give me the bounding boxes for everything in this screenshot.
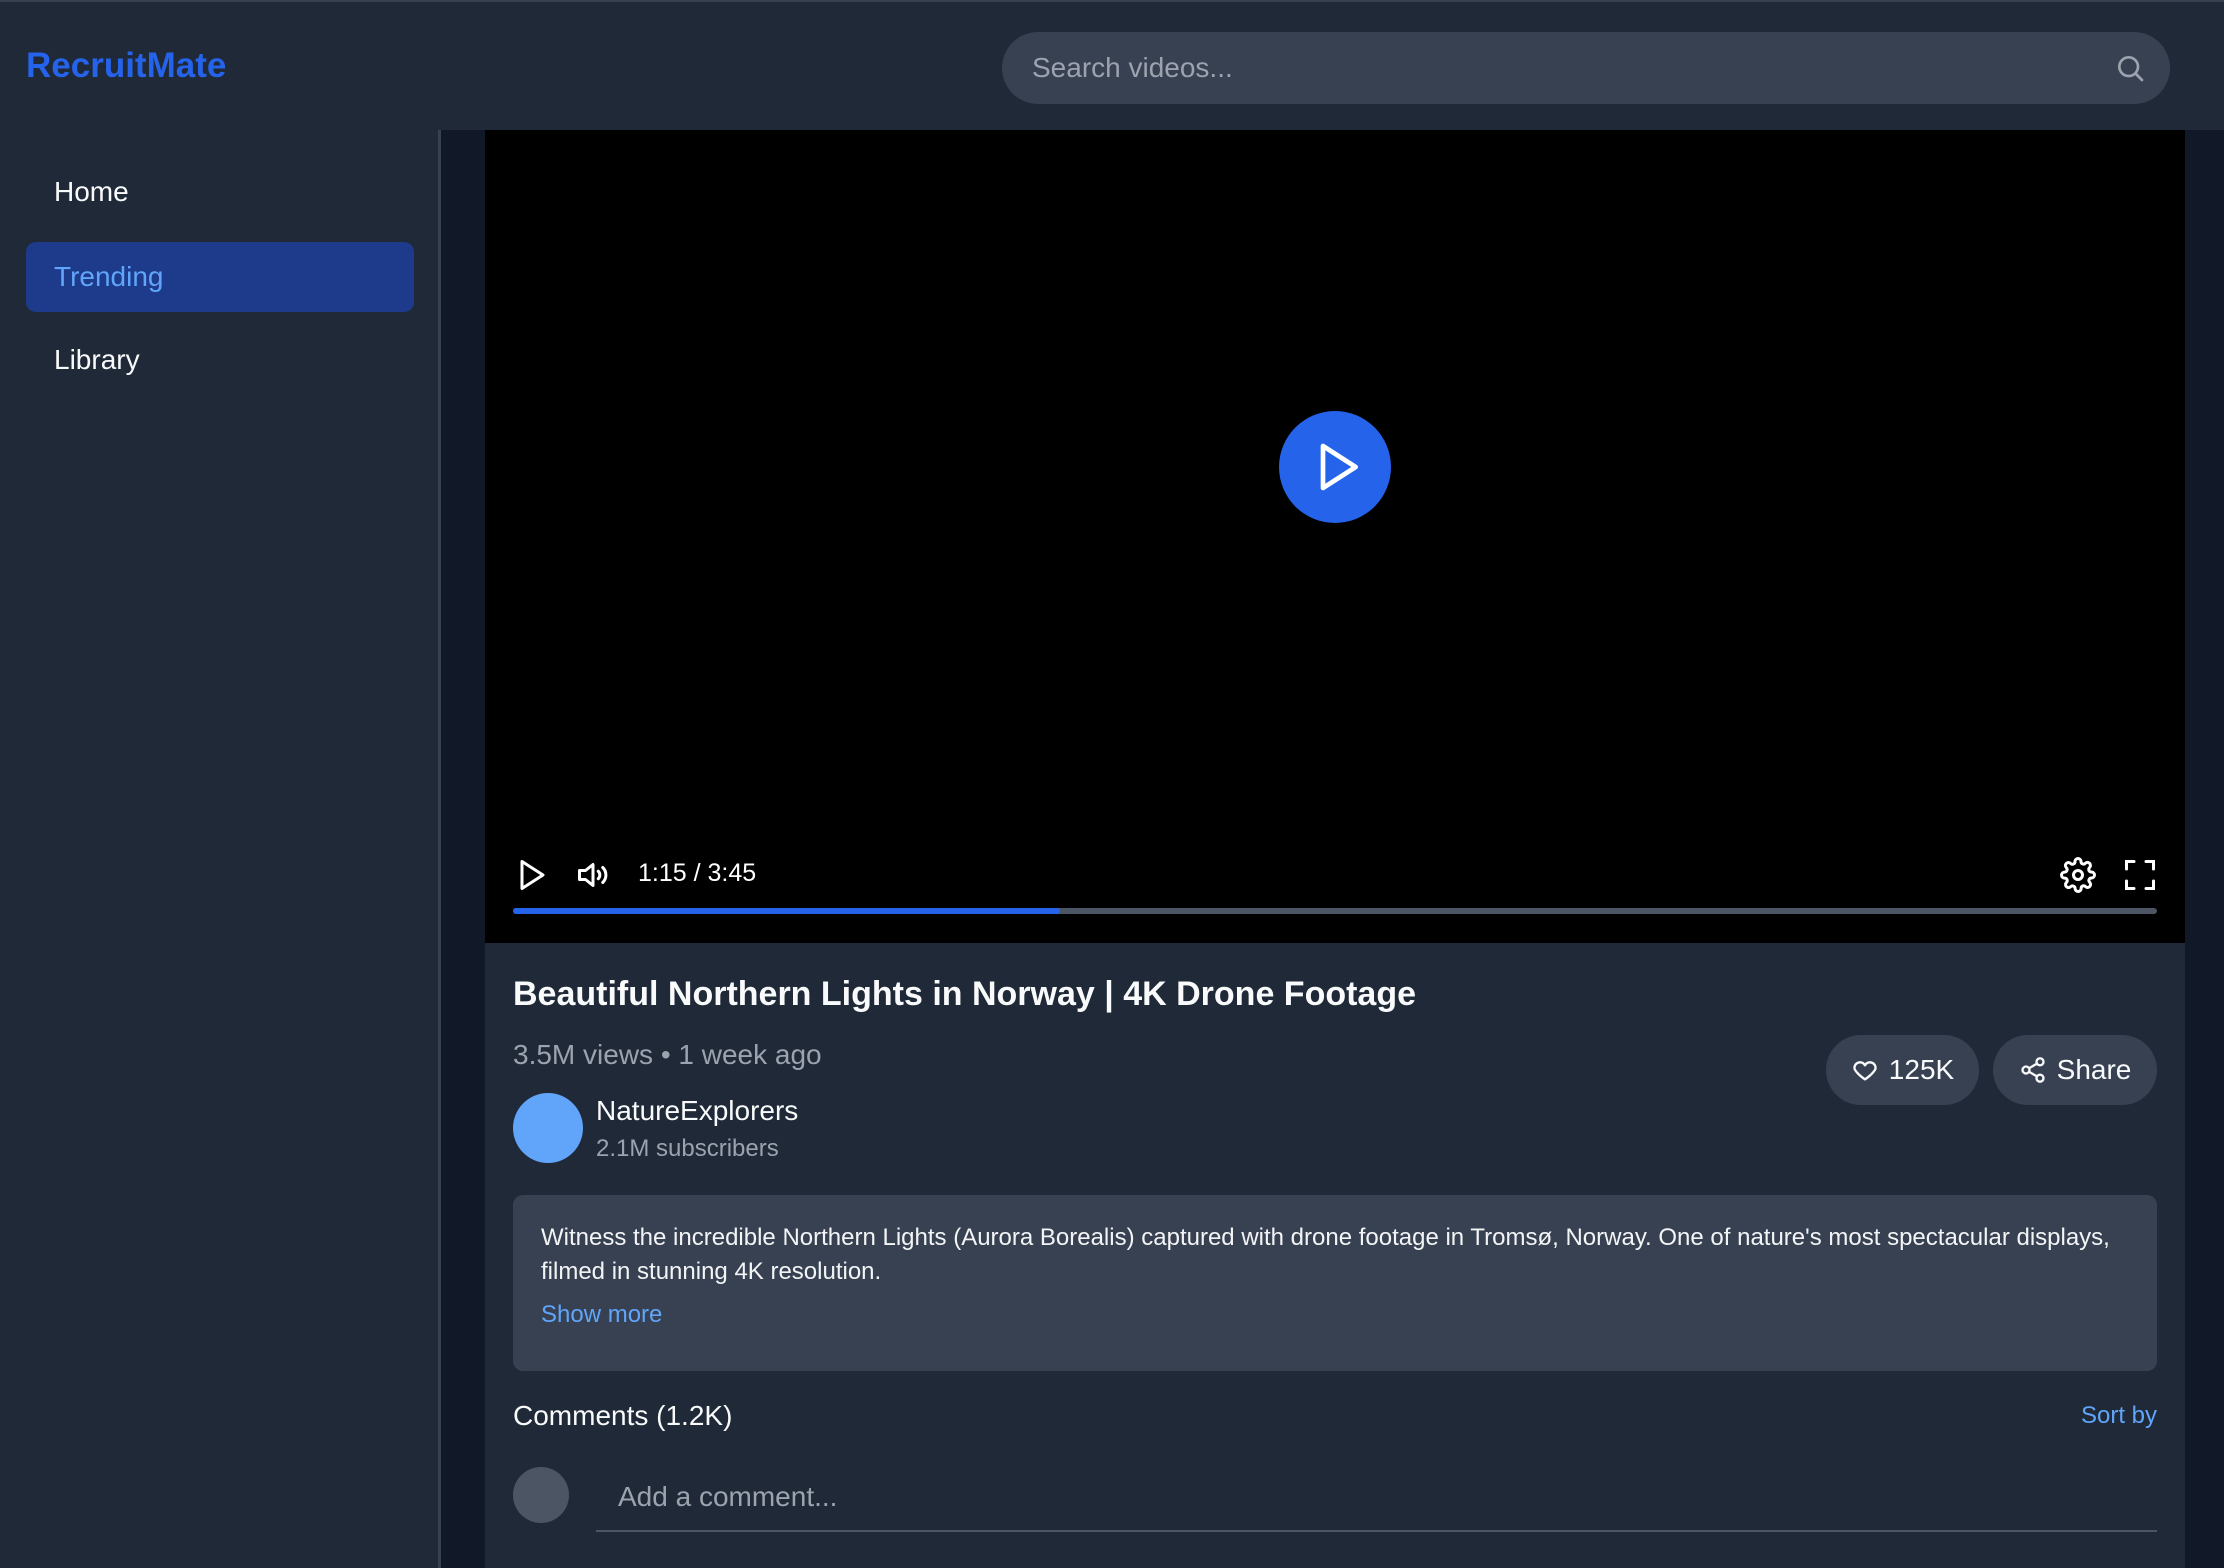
- main-content: 1:15 / 3:45 Beautiful Northern Lights in…: [485, 130, 2185, 1568]
- search-icon[interactable]: [2114, 52, 2146, 84]
- comments-title: Comments (1.2K): [513, 1400, 733, 1431]
- gear-icon: [2060, 857, 2096, 893]
- top-header: RecruitMate: [0, 0, 2224, 130]
- big-play-button[interactable]: [1279, 411, 1391, 523]
- play-button[interactable]: [513, 857, 549, 893]
- video-meta: 3.5M views • 1 week ago: [513, 1039, 822, 1070]
- progress-fill: [513, 908, 1061, 914]
- sidebar: Home Trending Library: [0, 130, 441, 1568]
- user-avatar: [513, 1467, 569, 1523]
- description-box: Witness the incredible Northern Lights (…: [513, 1195, 2157, 1371]
- heart-icon: [1853, 1061, 1877, 1081]
- video-title: Beautiful Northern Lights in Norway | 4K…: [513, 975, 1417, 1013]
- settings-button[interactable]: [2060, 857, 2096, 893]
- fullscreen-button[interactable]: [2122, 857, 2158, 893]
- fullscreen-icon: [2125, 860, 2155, 890]
- sort-by-button[interactable]: Sort by: [2081, 1402, 2157, 1430]
- share-label: Share: [2056, 1054, 2132, 1085]
- sidebar-item-home[interactable]: Home: [26, 157, 414, 227]
- play-icon: [1320, 443, 1358, 491]
- time-display: 1:15 / 3:45: [638, 859, 757, 887]
- video-player[interactable]: 1:15 / 3:45: [485, 130, 2185, 943]
- like-count: 125K: [1888, 1054, 1955, 1085]
- like-button[interactable]: 125K: [1826, 1035, 1979, 1105]
- sidebar-item-trending[interactable]: Trending: [26, 242, 414, 312]
- share-icon: [2020, 1057, 2045, 1083]
- progress-bar[interactable]: [513, 908, 2157, 914]
- sidebar-item-library[interactable]: Library: [26, 325, 414, 395]
- show-more-link[interactable]: Show more: [541, 1301, 2129, 1329]
- play-icon: [520, 860, 545, 890]
- volume-icon: [578, 863, 608, 887]
- channel-name[interactable]: NatureExplorers: [596, 1095, 798, 1127]
- search-input[interactable]: [1002, 32, 2170, 104]
- channel-avatar[interactable]: [513, 1093, 583, 1163]
- channel-subscribers: 2.1M subscribers: [596, 1135, 779, 1162]
- search-bar[interactable]: [1002, 32, 2170, 104]
- share-button[interactable]: Share: [1993, 1035, 2157, 1105]
- comment-input[interactable]: [596, 1464, 2157, 1532]
- app-logo[interactable]: RecruitMate: [26, 46, 226, 86]
- description-text: Witness the incredible Northern Lights (…: [541, 1224, 2110, 1285]
- volume-button[interactable]: [575, 857, 611, 893]
